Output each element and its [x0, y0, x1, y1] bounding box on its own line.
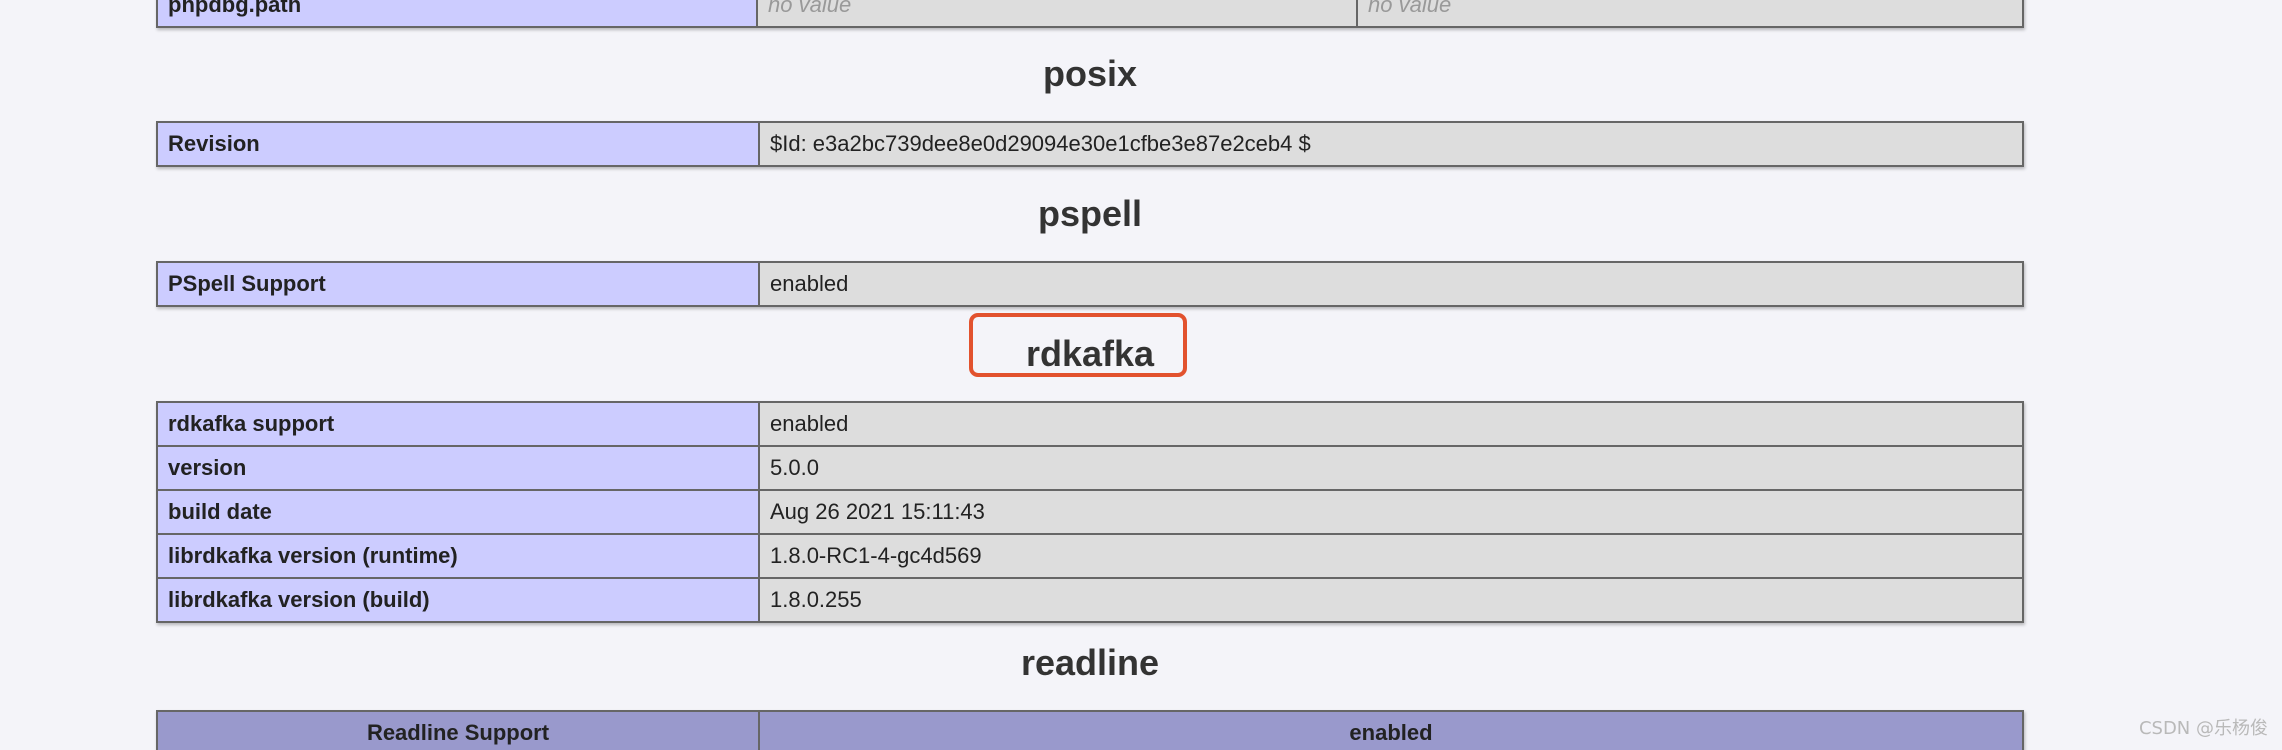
section-title-readline: readline — [1020, 642, 1160, 683]
pspell-table: PSpell Support enabled — [156, 261, 2024, 307]
rdkafka-table-wrap: rdkafka support enabled version 5.0.0 bu… — [156, 401, 2024, 623]
row-label: rdkafka support — [156, 401, 760, 447]
readline-table-wrap: Readline Support enabled — [156, 710, 2024, 750]
row-value: enabled — [758, 401, 2024, 447]
row-value: 1.8.0-RC1-4-gc4d569 — [758, 533, 2024, 579]
posix-table-wrap: Revision $Id: e3a2bc739dee8e0d29094e30e1… — [156, 121, 2024, 167]
row-label: build date — [156, 489, 760, 535]
row-value: 5.0.0 — [758, 445, 2024, 491]
phpinfo-page: phpdbg.path no value no value posix Revi… — [0, 0, 2282, 750]
phpdbg-table-wrap: phpdbg.path no value no value — [156, 0, 2024, 28]
table-row: librdkafka version (runtime) 1.8.0-RC1-4… — [156, 533, 2024, 579]
header-value: enabled — [758, 710, 2024, 750]
table-row: build date Aug 26 2021 15:11:43 — [156, 489, 2024, 535]
table-row: phpdbg.path no value no value — [156, 0, 2024, 28]
row-label: PSpell Support — [156, 261, 760, 307]
row-label: Revision — [156, 121, 760, 167]
posix-table: Revision $Id: e3a2bc739dee8e0d29094e30e1… — [156, 121, 2024, 167]
row-value: Aug 26 2021 15:11:43 — [758, 489, 2024, 535]
row-value: 1.8.0.255 — [758, 577, 2024, 623]
row-label: phpdbg.path — [156, 0, 758, 28]
rdkafka-table: rdkafka support enabled version 5.0.0 bu… — [156, 401, 2024, 623]
row-label: librdkafka version (build) — [156, 577, 760, 623]
header-label: Readline Support — [156, 710, 760, 750]
row-value: $Id: e3a2bc739dee8e0d29094e30e1cfbe3e87e… — [758, 121, 2024, 167]
table-row: PSpell Support enabled — [156, 261, 2024, 307]
table-header-row: Readline Support enabled — [156, 710, 2024, 750]
row-local-value: no value — [756, 0, 1358, 28]
row-label: version — [156, 445, 760, 491]
section-title-posix: posix — [1042, 53, 1138, 94]
readline-table: Readline Support enabled — [156, 710, 2024, 750]
row-value: enabled — [758, 261, 2024, 307]
section-title-rdkafka: rdkafka — [1025, 333, 1155, 374]
table-row: Revision $Id: e3a2bc739dee8e0d29094e30e1… — [156, 121, 2024, 167]
table-row: version 5.0.0 — [156, 445, 2024, 491]
row-master-value: no value — [1356, 0, 2024, 28]
table-row: librdkafka version (build) 1.8.0.255 — [156, 577, 2024, 623]
row-label: librdkafka version (runtime) — [156, 533, 760, 579]
watermark: CSDN @乐杨俊 — [2138, 718, 2268, 739]
table-row: rdkafka support enabled — [156, 401, 2024, 447]
phpdbg-table: phpdbg.path no value no value — [156, 0, 2024, 28]
pspell-table-wrap: PSpell Support enabled — [156, 261, 2024, 307]
section-title-pspell: pspell — [1037, 193, 1143, 234]
